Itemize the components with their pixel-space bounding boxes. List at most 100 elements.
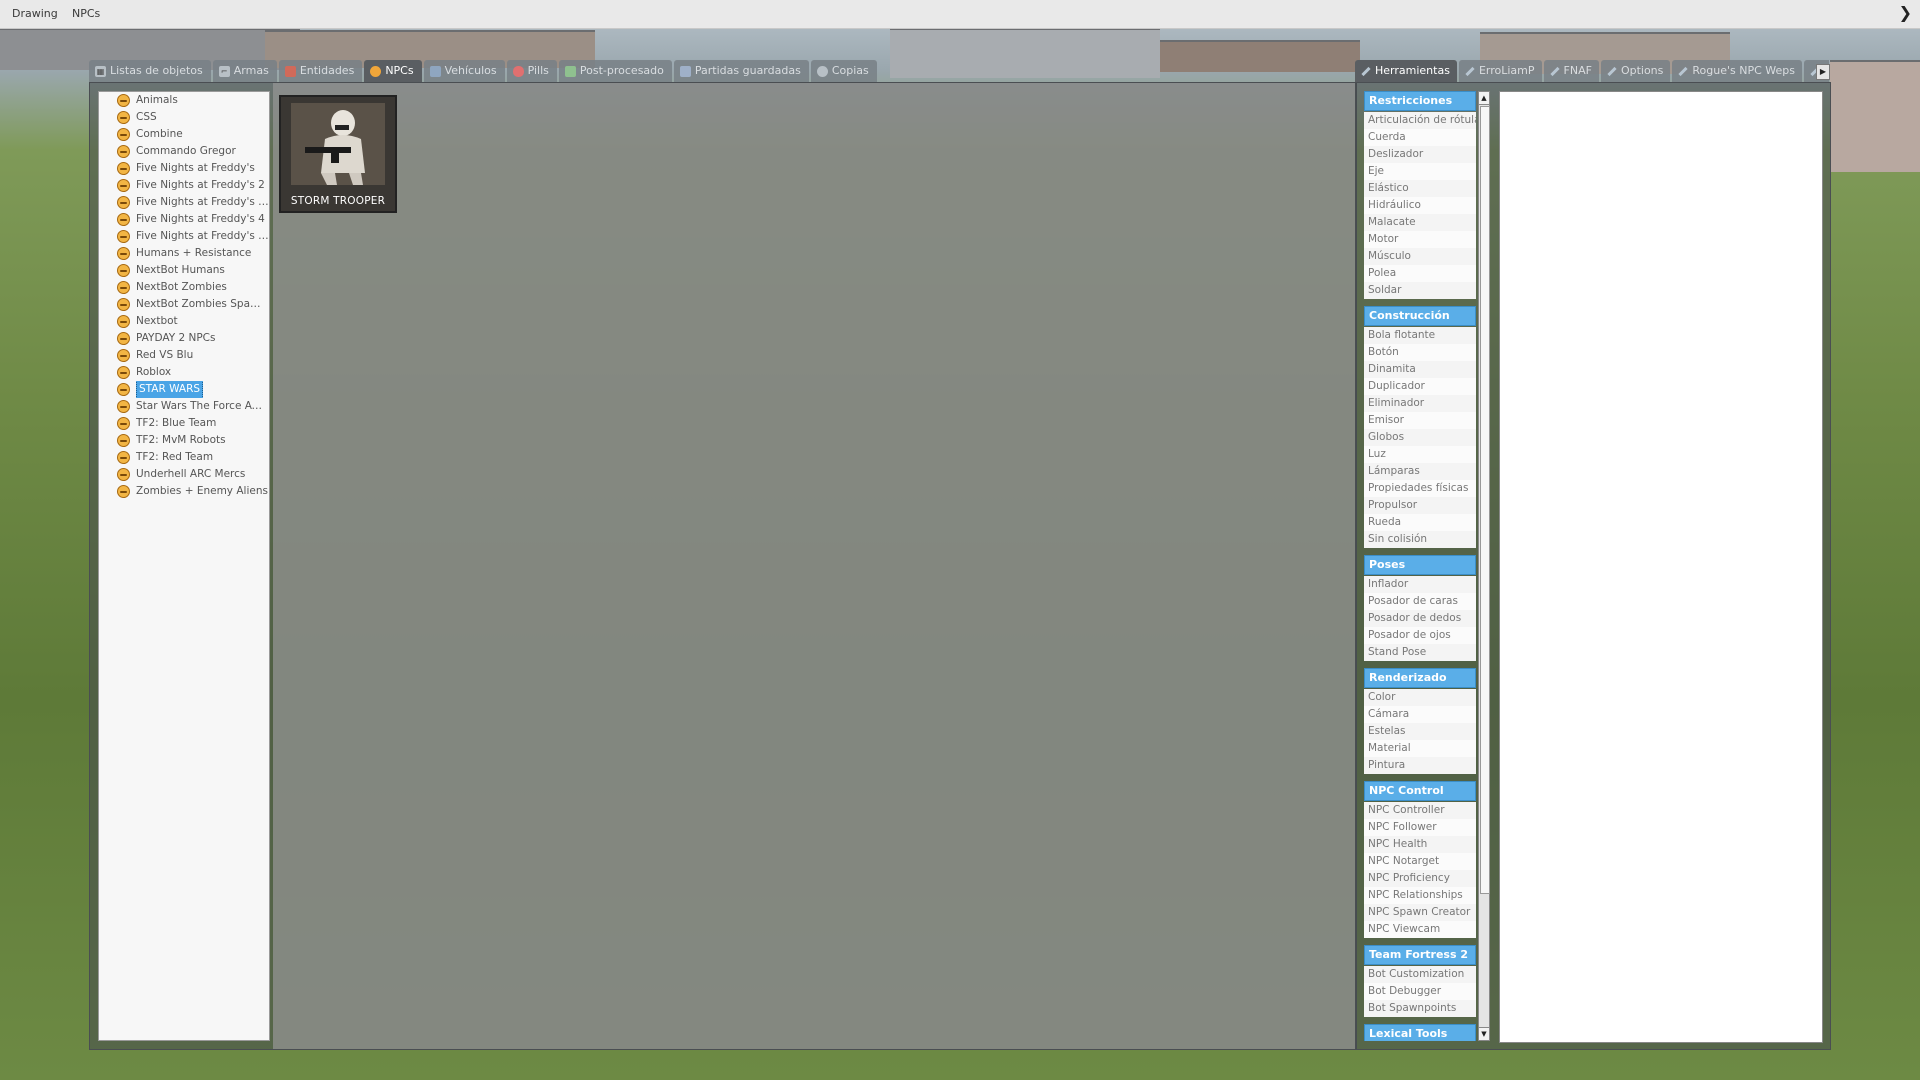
tab-npcs[interactable]: NPCs xyxy=(364,60,422,82)
npc-category-item[interactable]: Five Nights at Freddy's xyxy=(99,160,269,177)
tool-item[interactable]: NPC Spawn Creator xyxy=(1364,904,1476,921)
npc-category-item[interactable]: Five Nights at Freddy's 4 xyxy=(99,211,269,228)
tool-item[interactable]: Elástico xyxy=(1364,180,1476,197)
npc-smiley-icon xyxy=(117,111,130,124)
tool-category-header[interactable]: Renderizado xyxy=(1364,668,1476,688)
tool-item[interactable]: Duplicador xyxy=(1364,378,1476,395)
tool-category-header[interactable]: NPC Control xyxy=(1364,781,1476,801)
tool-item[interactable]: Material xyxy=(1364,740,1476,757)
tool-item[interactable]: Eliminador xyxy=(1364,395,1476,412)
npc-category-item[interactable]: CSS xyxy=(99,109,269,126)
npc-category-item[interactable]: Five Nights at Freddy's 2 ... xyxy=(99,194,269,211)
npc-category-item[interactable]: Commando Gregor xyxy=(99,143,269,160)
npc-category-item[interactable]: Zombies + Enemy Aliens xyxy=(99,483,269,500)
tool-item[interactable]: Cámara xyxy=(1364,706,1476,723)
tool-item[interactable]: Músculo xyxy=(1364,248,1476,265)
tab-copias[interactable]: Copias xyxy=(810,60,877,82)
tool-item[interactable]: Posador de dedos xyxy=(1364,610,1476,627)
tool-list-scrollbar[interactable]: ▲ ▼ xyxy=(1478,91,1490,1041)
tab-pills[interactable]: Pills xyxy=(506,60,557,82)
menu-npcs[interactable]: NPCs xyxy=(72,7,100,20)
npc-category-item[interactable]: PAYDAY 2 NPCs xyxy=(99,330,269,347)
npc-category-item[interactable]: TF2: Blue Team xyxy=(99,415,269,432)
tool-category-header[interactable]: Lexical Tools xyxy=(1364,1024,1476,1041)
tool-item[interactable]: NPC Relationships xyxy=(1364,887,1476,904)
tool-item[interactable]: Malacate xyxy=(1364,214,1476,231)
tool-item[interactable]: Propulsor xyxy=(1364,497,1476,514)
tool-item[interactable]: Globos xyxy=(1364,429,1476,446)
tab-post-procesado[interactable]: Post-procesado xyxy=(558,60,672,82)
tool-item[interactable]: Inflador xyxy=(1364,576,1476,593)
tool-item[interactable]: Rueda xyxy=(1364,514,1476,531)
tab-rogues-npc-weps[interactable]: Rogue's NPC Weps xyxy=(1672,60,1802,82)
tool-item[interactable]: Color xyxy=(1364,689,1476,706)
tab-herramientas[interactable]: Herramientas xyxy=(1355,60,1457,82)
npc-category-item[interactable]: Red VS Blu xyxy=(99,347,269,364)
tool-item[interactable]: Posador de ojos xyxy=(1364,627,1476,644)
npc-category-item[interactable]: Nextbot xyxy=(99,313,269,330)
tool-item[interactable]: Botón xyxy=(1364,344,1476,361)
tool-item[interactable]: NPC Controller xyxy=(1364,802,1476,819)
npc-category-item[interactable]: Animals xyxy=(99,92,269,109)
menu-drawing[interactable]: Drawing xyxy=(12,7,58,20)
tool-item[interactable]: Soldar xyxy=(1364,282,1476,299)
npc-category-item[interactable]: Star Wars The Force Aw... xyxy=(99,398,269,415)
tool-item[interactable]: Bot Spawnpoints xyxy=(1364,1000,1476,1017)
npc-category-item[interactable]: STAR WARS xyxy=(99,381,269,398)
tool-item[interactable]: Bot Customization xyxy=(1364,966,1476,983)
scroll-up-icon[interactable]: ▲ xyxy=(1479,92,1489,105)
npc-category-item[interactable]: NextBot Humans xyxy=(99,262,269,279)
tool-category-header[interactable]: Restricciones xyxy=(1364,91,1476,111)
tool-item[interactable]: NPC Notarget xyxy=(1364,853,1476,870)
tool-item[interactable]: NPC Proficiency xyxy=(1364,870,1476,887)
tool-item[interactable]: Stand Pose xyxy=(1364,644,1476,661)
tool-item[interactable]: Emisor xyxy=(1364,412,1476,429)
npc-category-item[interactable]: Five Nights at Freddy's 2 xyxy=(99,177,269,194)
tab-entidades[interactable]: Entidades xyxy=(278,60,363,82)
tab-vehiculos[interactable]: Vehículos xyxy=(423,60,505,82)
scrollbar-thumb[interactable] xyxy=(1480,106,1490,894)
npc-category-item[interactable]: NextBot Zombies xyxy=(99,279,269,296)
tool-item[interactable]: Polea xyxy=(1364,265,1476,282)
tool-item[interactable]: Lámparas xyxy=(1364,463,1476,480)
tool-item[interactable]: NPC Viewcam xyxy=(1364,921,1476,938)
tool-item[interactable]: Pintura xyxy=(1364,757,1476,774)
tool-item[interactable]: Motor xyxy=(1364,231,1476,248)
npc-category-item[interactable]: Underhell ARC Mercs xyxy=(99,466,269,483)
tab-fnaf[interactable]: FNAF xyxy=(1543,60,1599,82)
npc-category-item[interactable]: Five Nights at Freddy's F... xyxy=(99,228,269,245)
tool-item[interactable]: Hidráulico xyxy=(1364,197,1476,214)
tool-item[interactable]: Posador de caras xyxy=(1364,593,1476,610)
npc-spawn-icon-storm-trooper[interactable]: STORM TROOPER xyxy=(279,95,397,213)
tab-options[interactable]: Options xyxy=(1600,60,1671,82)
tool-item[interactable]: Deslizador xyxy=(1364,146,1476,163)
tool-item[interactable]: Bot Debugger xyxy=(1364,983,1476,1000)
npc-category-item[interactable]: TF2: MvM Robots xyxy=(99,432,269,449)
npc-category-item[interactable]: Roblox xyxy=(99,364,269,381)
tool-item[interactable]: Cuerda xyxy=(1364,129,1476,146)
tool-item[interactable]: Luz xyxy=(1364,446,1476,463)
npc-category-item[interactable]: TF2: Red Team xyxy=(99,449,269,466)
tool-item[interactable]: NPC Follower xyxy=(1364,819,1476,836)
tab-listas-de-objetos[interactable]: ▦ Listas de objetos xyxy=(89,60,211,82)
tool-item[interactable]: Sin colisión xyxy=(1364,531,1476,548)
tool-item[interactable]: NPC Health xyxy=(1364,836,1476,853)
tab-armas[interactable]: ⌐ Armas xyxy=(212,60,277,82)
npc-category-item[interactable]: NextBot Zombies Spawners xyxy=(99,296,269,313)
tool-item[interactable]: Propiedades físicas xyxy=(1364,480,1476,497)
tool-item[interactable]: Articulación de rótula xyxy=(1364,112,1476,129)
tool-item[interactable]: Estelas xyxy=(1364,723,1476,740)
tool-category-header[interactable]: Poses xyxy=(1364,555,1476,575)
tab-erroliamp[interactable]: ErroLiamP xyxy=(1458,60,1542,82)
chevron-right-icon[interactable]: ❯ xyxy=(1899,3,1912,22)
tabs-scroll-right-icon[interactable]: ▶ xyxy=(1816,64,1830,80)
tool-item[interactable]: Dinamita xyxy=(1364,361,1476,378)
tab-partidas-guardadas[interactable]: Partidas guardadas xyxy=(673,60,809,82)
tool-item[interactable]: Bola flotante xyxy=(1364,327,1476,344)
npc-category-item[interactable]: Combine xyxy=(99,126,269,143)
tool-item[interactable]: Eje xyxy=(1364,163,1476,180)
scroll-down-icon[interactable]: ▼ xyxy=(1479,1027,1489,1040)
tool-category-header[interactable]: Construcción xyxy=(1364,306,1476,326)
tool-category-header[interactable]: Team Fortress 2 xyxy=(1364,945,1476,965)
npc-category-item[interactable]: Humans + Resistance xyxy=(99,245,269,262)
